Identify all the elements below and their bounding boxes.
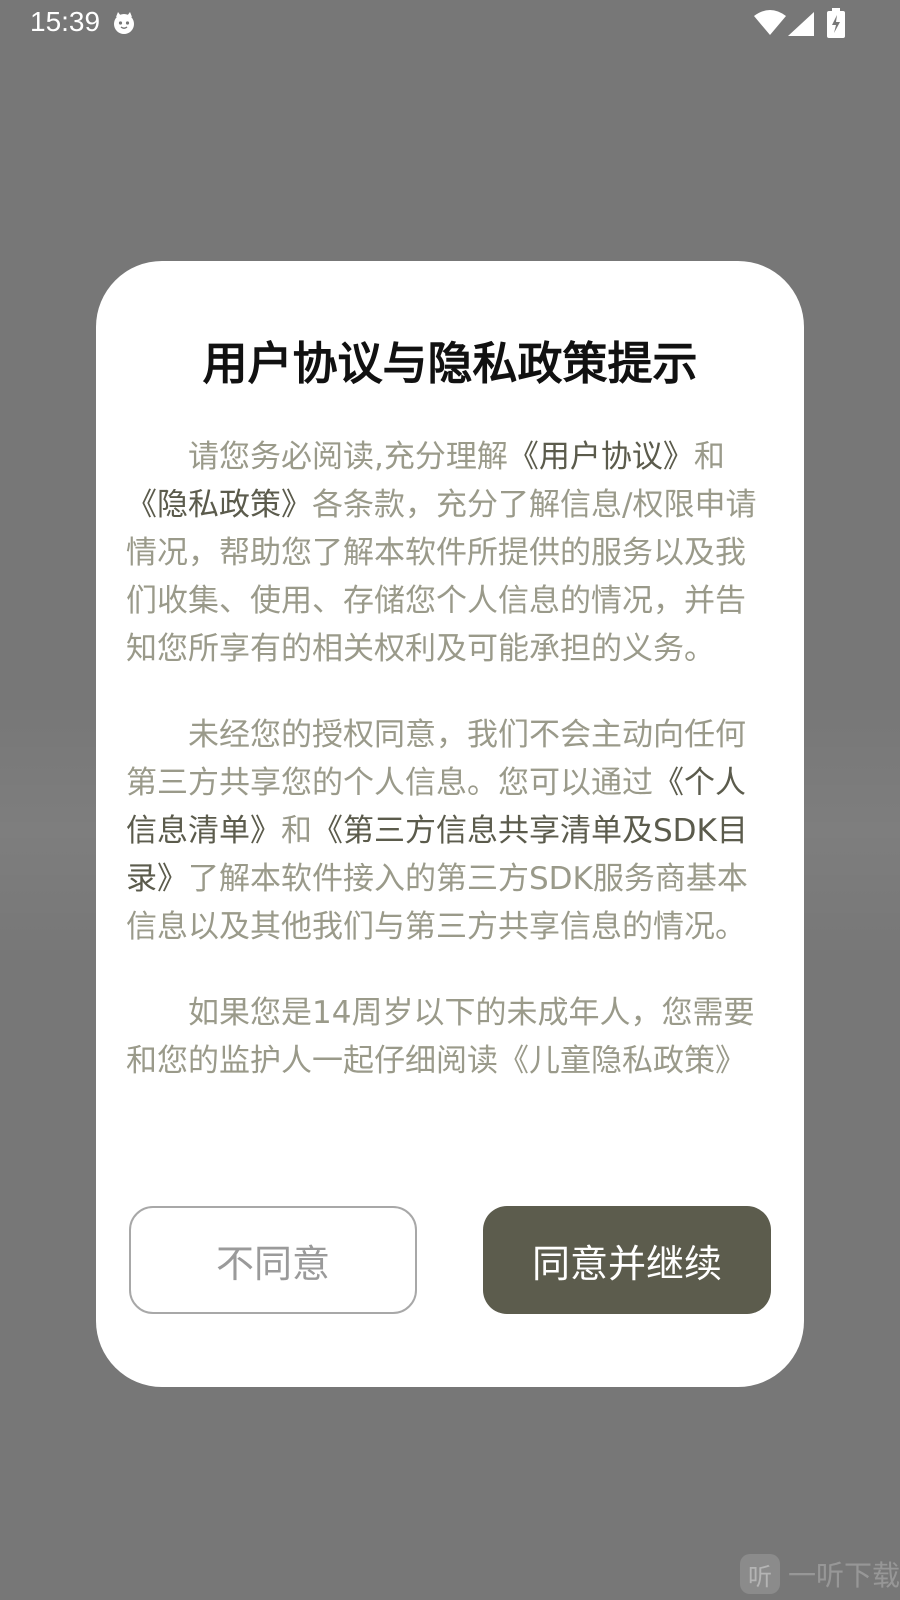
paragraph-2: 未经您的授权同意，我们不会主动向任何第三方共享您的个人信息。您可以通过《个人信息… xyxy=(126,711,770,951)
agree-continue-button[interactable]: 同意并继续 xyxy=(483,1206,771,1314)
signal-icon xyxy=(788,12,814,36)
privacy-policy-link[interactable]: 《隐私政策》 xyxy=(126,487,312,523)
cat-notification-icon xyxy=(114,12,134,34)
watermark-logo-icon: 听 xyxy=(740,1554,780,1594)
status-time: 15:39 xyxy=(30,6,101,37)
paragraph-3: 如果您是14周岁以下的未成年人，您需要和您的监护人一起仔细阅读《儿童隐私政策》 xyxy=(126,989,770,1085)
privacy-dialog: 用户协议与隐私政策提示 请您务必阅读,充分理解《用户协议》和《隐私政策》各条款，… xyxy=(96,261,804,1387)
status-bar: 15:39 xyxy=(0,0,900,48)
paragraph-text: 和 xyxy=(693,439,725,475)
dialog-title: 用户协议与隐私政策提示 xyxy=(202,337,698,390)
wifi-icon xyxy=(754,10,786,35)
user-agreement-link[interactable]: 《用户协议》 xyxy=(508,439,694,475)
paragraph-1: 请您务必阅读,充分理解《用户协议》和《隐私政策》各条款，充分了解信息/权限申请情… xyxy=(126,433,770,673)
paragraph-text: 和 xyxy=(281,813,312,849)
paragraph-text: 了解本软件接入的第三方SDK服务商基本信息以及其他我们与第三方共享信息的情况。 xyxy=(126,861,748,945)
watermark: 听 一听下载 xyxy=(740,1552,900,1596)
paragraph-text: 请您务必阅读,充分理解 xyxy=(188,439,508,475)
battery-charging-icon xyxy=(827,8,845,38)
paragraph-text: 如果您是14周岁以下的未成年人，您需要和您的监护人一起仔细阅读《儿童隐私政策》 xyxy=(126,995,755,1079)
disagree-button[interactable]: 不同意 xyxy=(129,1206,417,1314)
watermark-text: 一听下载 xyxy=(788,1559,900,1592)
